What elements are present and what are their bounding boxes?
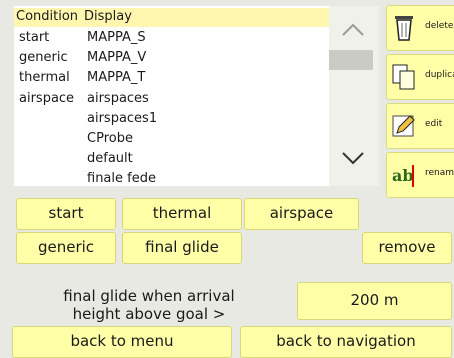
list-row[interactable]: airspaces1 — [14, 109, 329, 129]
condition-display-list[interactable]: Condition Display start MAPPA_S generic … — [14, 6, 329, 186]
list-row[interactable]: CProbe — [14, 129, 329, 149]
row-condition: generic — [19, 50, 68, 65]
edit-label: edit — [425, 119, 443, 129]
header-condition: Condition — [16, 9, 79, 24]
list-row[interactable]: thermal MAPPA_T — [14, 68, 329, 88]
row-display: MAPPA_S — [87, 30, 146, 45]
delete-label: delete — [425, 21, 454, 31]
trash-icon — [391, 14, 417, 42]
thermal-button[interactable]: thermal — [122, 198, 242, 230]
scroll-thumb[interactable] — [329, 50, 373, 70]
row-condition: thermal — [19, 70, 70, 85]
threshold-value-field[interactable]: 200 m — [297, 282, 452, 320]
row-display: airspaces — [87, 91, 149, 106]
airspace-button[interactable]: airspace — [244, 198, 359, 230]
start-button[interactable]: start — [16, 198, 116, 230]
chevron-down-icon[interactable] — [337, 148, 369, 172]
duplicate-button[interactable]: duplicate — [386, 54, 454, 100]
duplicate-icon — [391, 63, 417, 91]
chevron-up-icon[interactable] — [337, 20, 369, 44]
row-display: CProbe — [87, 131, 133, 146]
row-display: finale fede — [87, 171, 156, 186]
pencil-icon — [391, 112, 417, 140]
rename-label: rename — [425, 168, 454, 178]
header-display: Display — [84, 9, 132, 24]
row-condition: start — [19, 30, 50, 45]
row-display: airspaces1 — [87, 111, 158, 126]
rename-icon: ab — [391, 161, 417, 189]
back-to-navigation-button[interactable]: back to navigation — [240, 326, 452, 358]
edit-button[interactable]: edit — [386, 103, 454, 149]
list-row[interactable]: generic MAPPA_V — [14, 48, 329, 68]
final-glide-button[interactable]: final glide — [122, 232, 242, 264]
list-row[interactable]: start MAPPA_S — [14, 28, 329, 48]
rename-button[interactable]: ab rename — [386, 152, 454, 198]
generic-button[interactable]: generic — [16, 232, 116, 264]
row-display: MAPPA_T — [87, 70, 146, 85]
list-scrollbar[interactable] — [329, 6, 379, 186]
row-condition: airspace — [19, 91, 75, 106]
delete-button[interactable]: delete — [386, 5, 454, 51]
svg-text:ab: ab — [392, 166, 414, 185]
row-display: default — [87, 151, 133, 166]
list-row[interactable]: airspace airspaces — [14, 89, 329, 109]
list-header: Condition Display — [14, 8, 329, 27]
list-row[interactable]: finale fede — [14, 169, 329, 186]
list-row[interactable]: default — [14, 149, 329, 169]
remove-button[interactable]: remove — [362, 232, 452, 264]
row-display: MAPPA_V — [87, 50, 147, 65]
back-to-menu-button[interactable]: back to menu — [12, 326, 232, 358]
duplicate-label: duplicate — [425, 70, 454, 80]
final-glide-threshold-label: final glide when arrival height above go… — [63, 287, 235, 323]
